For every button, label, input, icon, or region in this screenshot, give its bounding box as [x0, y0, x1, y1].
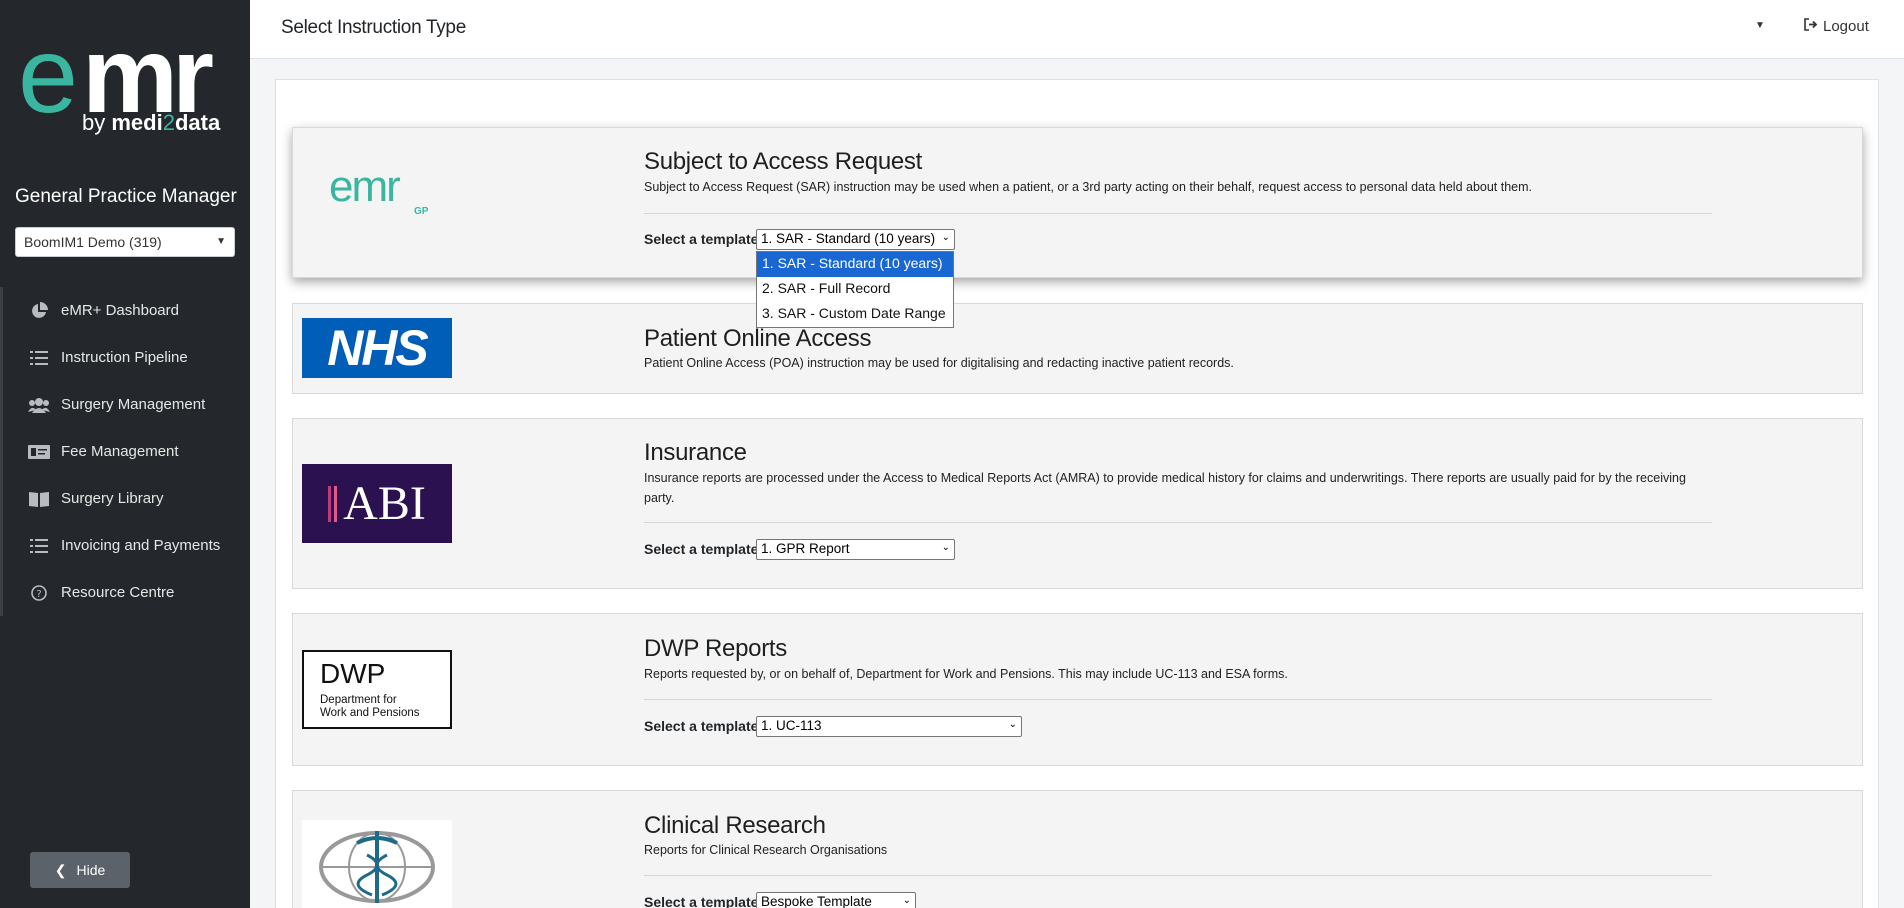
dropdown-option[interactable]: 1. SAR - Standard (10 years) — [757, 252, 953, 277]
svg-text:?: ? — [36, 589, 41, 600]
pie-chart-icon — [28, 301, 50, 320]
instruction-panel-dwp[interactable]: DWP Department for Work and Pensions DWP… — [292, 613, 1863, 766]
sidebar-nav: eMR+ Dashboard Instruction Pipeline Surg… — [0, 287, 250, 616]
emr-gp-logo: emr GP — [329, 162, 429, 217]
sidebar-item-surgery-management[interactable]: Surgery Management — [3, 381, 250, 428]
sidebar-item-instruction-pipeline[interactable]: Instruction Pipeline — [3, 334, 250, 381]
panel-title: DWP Reports — [644, 635, 787, 662]
role-title: General Practice Manager — [15, 186, 237, 207]
template-label: Select a template — [644, 894, 759, 908]
question-circle-icon: ? — [28, 584, 50, 602]
dropdown-option[interactable]: 2. SAR - Full Record — [757, 277, 953, 302]
template-select-value: 1. UC-113 — [761, 718, 822, 733]
divider — [644, 522, 1712, 523]
user-menu-caret-icon[interactable]: ▼ — [1755, 20, 1765, 31]
logout-label: Logout — [1823, 18, 1869, 35]
template-dropdown-list: 1. SAR - Standard (10 years) 2. SAR - Fu… — [756, 251, 954, 328]
template-label: Select a template — [644, 718, 759, 734]
money-bill-icon — [28, 443, 50, 461]
instruction-panel-insurance[interactable]: ABI Insurance Insurance reports are proc… — [292, 418, 1863, 589]
chevron-down-icon: ⌄ — [902, 895, 911, 906]
panel-description: Reports requested by, or on behalf of, D… — [644, 667, 1288, 681]
nhs-logo: NHS — [302, 318, 452, 378]
practice-select[interactable]: BoomIM1 Demo (319) ▼ — [15, 227, 235, 257]
page-title: Select Instruction Type — [281, 17, 466, 38]
top-bar: Select Instruction Type ▼ Logout — [250, 0, 1904, 59]
sidebar-item-resource-centre[interactable]: ? Resource Centre — [3, 569, 250, 616]
list-icon — [28, 537, 50, 555]
template-label: Select a template — [644, 231, 759, 247]
sidebar: e mr by medi2data General Practice Manag… — [0, 0, 250, 908]
dropdown-option[interactable]: 3. SAR - Custom Date Range — [757, 302, 953, 327]
caduceus-globe-icon — [302, 820, 452, 908]
users-icon — [28, 396, 50, 414]
template-select-value: 1. SAR - Standard (10 years) — [761, 231, 936, 246]
instruction-panel-poa[interactable]: NHS Patient Online Access Patient Online… — [292, 303, 1863, 394]
panel-description: Patient Online Access (POA) instruction … — [644, 356, 1234, 370]
template-select-value: Bespoke Template — [761, 894, 872, 908]
sidebar-item-invoicing[interactable]: Invoicing and Payments — [3, 522, 250, 569]
template-select[interactable]: Bespoke Template ⌄ — [756, 892, 916, 908]
sidebar-item-label: Instruction Pipeline — [61, 349, 188, 366]
sidebar-item-label: eMR+ Dashboard — [61, 302, 179, 319]
sidebar-item-surgery-library[interactable]: Surgery Library — [3, 475, 250, 522]
template-select[interactable]: 1. SAR - Standard (10 years) ⌄ — [756, 229, 955, 250]
divider — [644, 213, 1712, 214]
panel-title: Insurance — [644, 439, 747, 466]
panel-title: Patient Online Access — [644, 325, 872, 352]
template-select[interactable]: 1. GPR Report ⌄ — [756, 539, 955, 560]
chevron-down-icon: ⌄ — [941, 542, 950, 553]
sidebar-item-label: Invoicing and Payments — [61, 537, 221, 554]
logout-button[interactable]: Logout — [1804, 18, 1869, 35]
panel-title: Subject to Access Request — [644, 148, 922, 175]
hide-sidebar-button[interactable]: ❮ Hide — [30, 852, 130, 888]
panel-description: Insurance reports are processed under th… — [644, 471, 1686, 505]
chevron-down-icon: ▼ — [216, 236, 226, 247]
chevron-left-icon: ❮ — [54, 861, 67, 878]
sidebar-item-label: Surgery Library — [61, 490, 164, 507]
sign-out-icon — [1804, 18, 1818, 35]
list-icon — [28, 349, 50, 367]
logo-byline: by medi2data — [82, 110, 221, 135]
sidebar-item-label: Fee Management — [61, 443, 179, 460]
instruction-panel-sar[interactable]: emr GP Subject to Access Request Subject… — [292, 127, 1863, 278]
panel-title: Clinical Research — [644, 812, 826, 839]
chevron-down-icon: ⌄ — [1008, 719, 1017, 730]
sidebar-item-dashboard[interactable]: eMR+ Dashboard — [3, 287, 250, 334]
practice-select-value: BoomIM1 Demo (319) — [24, 234, 162, 250]
divider — [644, 875, 1712, 876]
panel-description: Reports for Clinical Research Organisati… — [644, 843, 888, 857]
template-select-value: 1. GPR Report — [761, 541, 850, 556]
instruction-panel-clinical-research[interactable]: Clinical Research Reports for Clinical R… — [292, 790, 1863, 908]
book-icon — [28, 490, 50, 508]
sidebar-item-fee-management[interactable]: Fee Management — [3, 428, 250, 475]
abi-logo: ABI — [302, 464, 452, 543]
dwp-logo: DWP Department for Work and Pensions — [302, 650, 452, 729]
chevron-down-icon: ⌄ — [941, 232, 950, 243]
template-select[interactable]: 1. UC-113 ⌄ — [756, 716, 1022, 737]
template-label: Select a template — [644, 541, 759, 557]
emr-logo[interactable]: e mr by medi2data — [18, 14, 233, 138]
hide-label: Hide — [76, 862, 106, 878]
divider — [644, 699, 1712, 700]
logo-e: e — [18, 14, 78, 135]
panel-description: Subject to Access Request (SAR) instruct… — [644, 180, 1533, 194]
sidebar-item-label: Surgery Management — [61, 396, 206, 413]
sidebar-item-label: Resource Centre — [61, 584, 175, 601]
